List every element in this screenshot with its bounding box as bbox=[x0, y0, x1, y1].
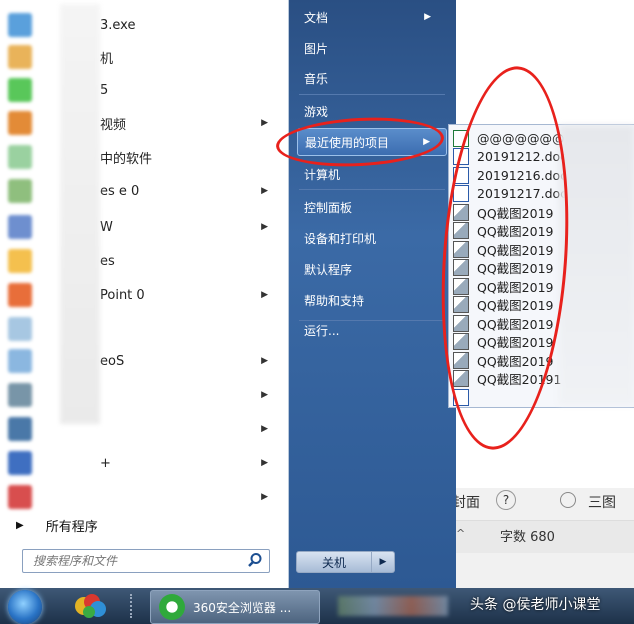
triangle-right-icon: ▶ bbox=[16, 520, 24, 531]
program-label: eoS bbox=[100, 353, 125, 369]
radio-button[interactable] bbox=[560, 492, 576, 508]
blurred-region bbox=[559, 125, 634, 405]
program-item[interactable]: 中的软件 bbox=[8, 142, 280, 172]
program-item[interactable]: es bbox=[8, 246, 280, 276]
program-item[interactable]: es e 0 ▶ bbox=[8, 176, 280, 206]
program-item[interactable]: + ▶ bbox=[8, 448, 280, 478]
browser-logo-icon bbox=[159, 594, 185, 620]
places-item-label: 文档 bbox=[304, 10, 329, 25]
search-box[interactable] bbox=[22, 549, 270, 573]
blurred-region bbox=[60, 4, 100, 424]
help-icon[interactable]: ? bbox=[496, 490, 516, 510]
submenu-arrow-icon: ▶ bbox=[261, 458, 268, 468]
submenu-arrow-icon: ▶ bbox=[261, 356, 268, 366]
program-item[interactable]: ▶ bbox=[8, 380, 280, 410]
submenu-arrow-icon: ▶ bbox=[261, 390, 268, 400]
shutdown-options-button[interactable]: ▶ bbox=[372, 551, 395, 573]
word-count: 字数 680 bbox=[500, 530, 555, 545]
program-item[interactable]: Point 0 ▶ bbox=[8, 280, 280, 310]
program-label: 3.exe bbox=[100, 17, 136, 33]
program-icon bbox=[8, 349, 32, 373]
places-item[interactable]: 设备和打印机 bbox=[297, 224, 447, 252]
all-programs-button[interactable]: ▶ 所有程序 bbox=[16, 516, 98, 535]
program-icon bbox=[8, 78, 32, 102]
places-item-label: 控制面板 bbox=[304, 200, 353, 215]
program-icon bbox=[8, 249, 32, 273]
submenu-arrow-icon: ▶ bbox=[261, 290, 268, 300]
places-item-label: 图片 bbox=[304, 41, 329, 56]
places-item-label: 帮助和支持 bbox=[304, 293, 365, 308]
start-menu-programs-pane: 3.exe 机 5 视频 ▶ 中的软件 es e 0 ▶ W ▶ es Point 0 ▶ eoS ▶ ▶ ▶ +… bbox=[0, 0, 289, 588]
submenu-arrow-icon: ▶ bbox=[261, 222, 268, 232]
shutdown-button[interactable]: 关机 bbox=[296, 551, 372, 573]
program-icon bbox=[8, 179, 32, 203]
program-item[interactable] bbox=[8, 314, 280, 344]
search-input[interactable] bbox=[31, 550, 245, 572]
program-icon bbox=[8, 417, 32, 441]
program-item[interactable]: ▶ bbox=[8, 482, 280, 512]
program-label: 视频 bbox=[100, 117, 127, 133]
program-label: 机 bbox=[100, 51, 114, 67]
chevron-up-icon[interactable]: ^ bbox=[456, 527, 465, 540]
places-item[interactable]: 音乐 bbox=[297, 64, 447, 92]
submenu-arrow-icon: ▶ bbox=[261, 424, 268, 434]
all-programs-label: 所有程序 bbox=[45, 520, 98, 535]
program-label: 中的软件 bbox=[100, 151, 153, 167]
program-label: Point 0 bbox=[100, 287, 145, 303]
places-item-label: 计算机 bbox=[304, 167, 341, 182]
divider bbox=[299, 189, 445, 190]
option-cover-label[interactable]: 封面 bbox=[452, 492, 480, 512]
submenu-arrow-icon: ▶ bbox=[261, 118, 268, 128]
submenu-arrow-icon: ▶ bbox=[261, 492, 268, 502]
watermark: 头条 @侯老师小课堂 bbox=[470, 597, 601, 613]
places-item[interactable]: 帮助和支持 bbox=[297, 286, 447, 314]
taskbar-360-browser[interactable]: 360安全浏览器 ... bbox=[150, 590, 320, 624]
program-item[interactable]: eoS ▶ bbox=[8, 346, 280, 376]
places-item[interactable]: 默认程序 bbox=[297, 255, 447, 283]
program-icon bbox=[8, 145, 32, 169]
places-item[interactable]: 图片 bbox=[297, 34, 447, 62]
divider bbox=[299, 94, 445, 95]
divider bbox=[299, 320, 445, 321]
qq-icon[interactable] bbox=[74, 592, 108, 620]
program-item[interactable]: 5 bbox=[8, 75, 280, 105]
program-icon bbox=[8, 215, 32, 239]
submenu-arrow-icon: ▶ bbox=[424, 12, 431, 22]
places-item-label: 音乐 bbox=[304, 71, 329, 86]
places-item[interactable]: 控制面板 bbox=[297, 193, 447, 221]
program-item[interactable]: 3.exe bbox=[8, 10, 280, 40]
option-three-label[interactable]: 三图 bbox=[588, 492, 616, 512]
program-label: es e 0 bbox=[100, 183, 140, 199]
taskbar-grip[interactable] bbox=[130, 594, 136, 618]
places-item-label: 设备和打印机 bbox=[304, 231, 377, 246]
browser-task-label: 360安全浏览器 ... bbox=[193, 600, 292, 615]
program-icon bbox=[8, 45, 32, 69]
blurred-taskbar-items bbox=[338, 596, 448, 616]
places-item-label: 游戏 bbox=[304, 104, 329, 119]
program-item[interactable]: 视频 ▶ bbox=[8, 108, 280, 138]
places-item[interactable]: 文档 ▶ bbox=[297, 3, 447, 31]
program-item[interactable]: W ▶ bbox=[8, 212, 280, 242]
submenu-arrow-icon: ▶ bbox=[261, 186, 268, 196]
program-icon bbox=[8, 485, 32, 509]
program-label: es bbox=[100, 253, 115, 269]
program-icon bbox=[8, 451, 32, 475]
program-icon bbox=[8, 317, 32, 341]
program-icon bbox=[8, 283, 32, 307]
start-menu-places-pane: 文档 ▶ 图片 音乐 游戏 最近使用的项目 ▶ 计算机 控制面板 设备和打印机 默认程序 帮助和支持运… bbox=[289, 0, 456, 588]
search-icon[interactable] bbox=[247, 552, 263, 568]
program-label: 5 bbox=[100, 82, 109, 98]
program-icon bbox=[8, 111, 32, 135]
program-item[interactable]: 机 bbox=[8, 42, 280, 72]
places-item-label: 默认程序 bbox=[304, 262, 353, 277]
program-icon bbox=[8, 13, 32, 37]
program-item[interactable]: ▶ bbox=[8, 414, 280, 444]
places-item-label: 运行... bbox=[304, 323, 340, 338]
program-icon bbox=[8, 383, 32, 407]
program-label: + bbox=[100, 455, 111, 471]
program-label: W bbox=[100, 219, 113, 235]
start-button[interactable] bbox=[8, 590, 42, 624]
